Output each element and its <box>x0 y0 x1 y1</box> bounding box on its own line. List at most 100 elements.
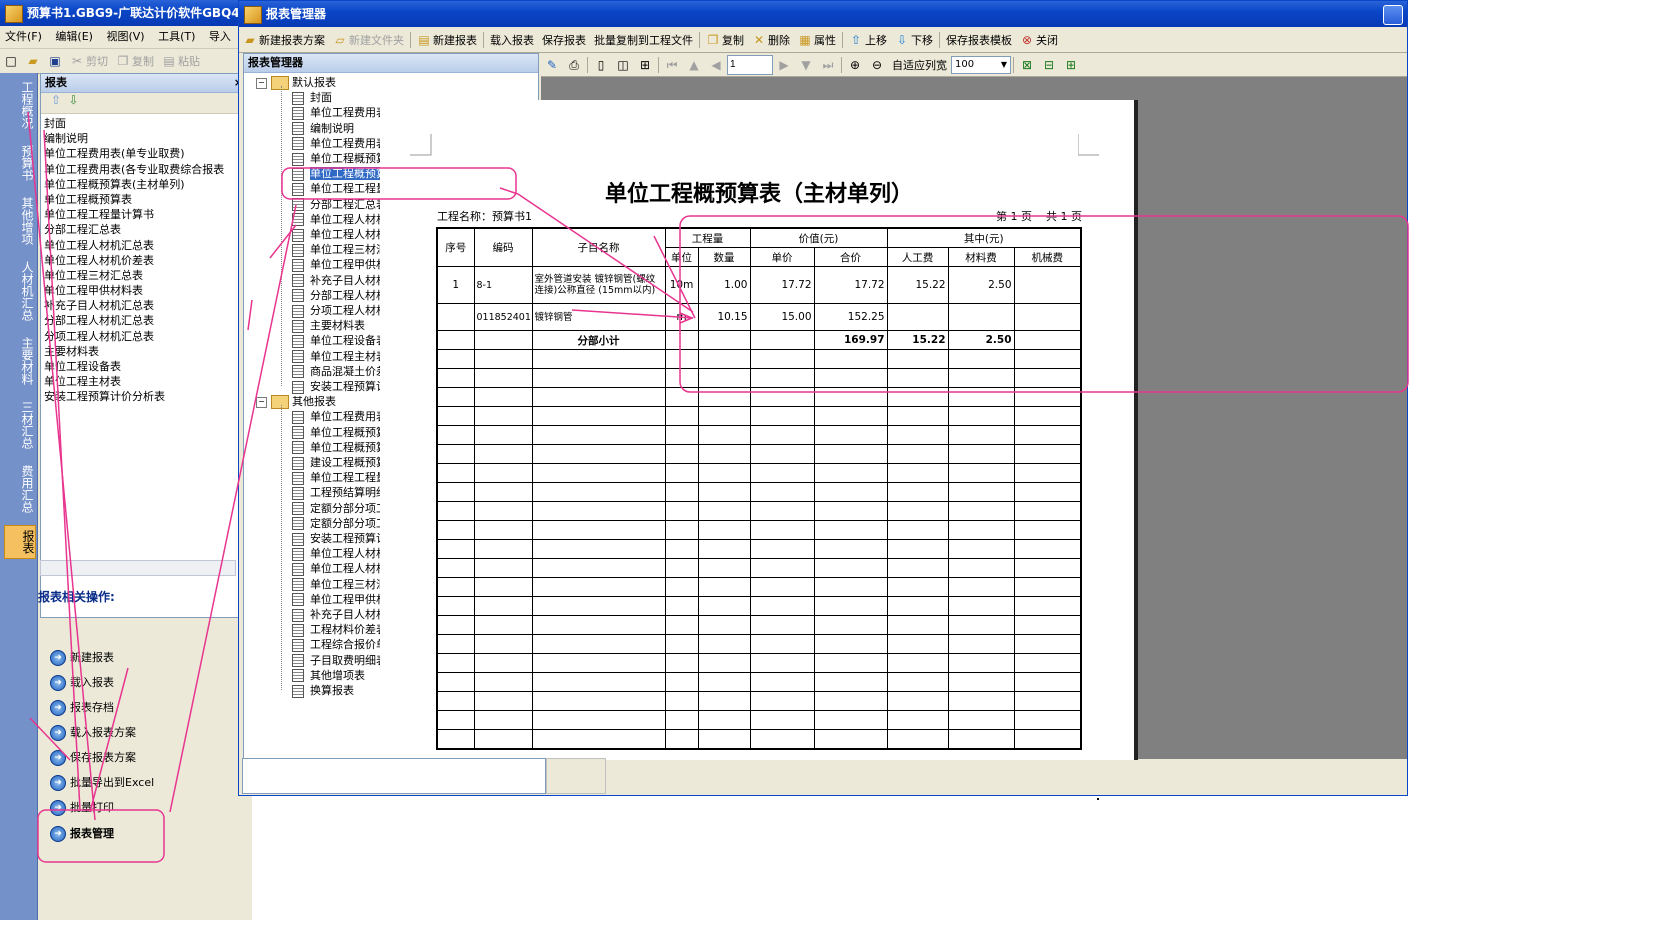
cell-empty <box>531 672 666 692</box>
report-list-item[interactable]: 分部工程人材机汇总表 <box>44 313 247 328</box>
report-list-item[interactable]: 补充子目人材机汇总表 <box>44 298 247 313</box>
design-button[interactable]: ✎ <box>545 58 559 72</box>
save-template-button[interactable]: 保存报表模板 <box>946 32 1012 48</box>
zoom-out-button[interactable]: ⊖ <box>870 58 884 72</box>
tree-report-item[interactable]: 子目取费明细表 <box>292 653 387 668</box>
menu-file[interactable]: 文件(F) <box>5 30 42 43</box>
report-list-item[interactable]: 安装工程预算计价分析表 <box>44 389 247 404</box>
paste-button[interactable]: ▤ 粘贴 <box>162 53 200 69</box>
report-list-item[interactable]: 单位工程人材机汇总表 <box>44 238 247 253</box>
minimize-button[interactable] <box>1383 5 1403 25</box>
first-page-button[interactable]: ⏮ <box>665 58 679 72</box>
prev-page-button[interactable]: ▲ <box>687 58 701 72</box>
tree-report-item[interactable]: 编制说明 <box>292 121 354 136</box>
tree-report-item[interactable]: 主要材料表 <box>292 318 365 333</box>
prev-button[interactable]: ◀ <box>709 58 723 72</box>
report-list-item[interactable]: 单位工程费用表(各专业取费综合报表 <box>44 162 247 177</box>
new-report-scheme-button[interactable]: ▰ 新建报表方案 <box>243 32 325 48</box>
new-report-button[interactable]: ▤ 新建报表 <box>417 32 477 48</box>
export-excel-all-button[interactable]: ⊟ <box>1042 58 1056 72</box>
collapse-icon[interactable]: − <box>256 77 267 89</box>
report-op-item[interactable]: ➜ 报表管理 <box>50 824 114 844</box>
nav-labor-material-machine[interactable]: 人材机汇总 <box>4 257 34 325</box>
open-file-button[interactable]: ▰ <box>26 54 40 68</box>
nav-cost-summary[interactable]: 费用汇总 <box>4 461 34 517</box>
nav-reports[interactable]: 报表 <box>4 525 36 559</box>
nav-main-materials[interactable]: 主要材料 <box>4 333 34 389</box>
nav-three-materials[interactable]: 三材汇总 <box>4 397 34 453</box>
move-down-button[interactable]: ⇩ 下移 <box>895 32 933 48</box>
report-list-item[interactable]: 分部工程汇总表 <box>44 222 247 237</box>
page-number-input[interactable] <box>727 54 773 75</box>
report-op-item[interactable]: ➜ 新建报表 <box>50 648 114 668</box>
report-op-item[interactable]: ➜ 批量打印 <box>50 798 114 818</box>
save-button[interactable]: ▣ <box>48 54 62 68</box>
new-file-button[interactable]: □ <box>4 54 18 68</box>
next-button[interactable]: ▶ <box>777 58 791 72</box>
tree-report-item[interactable]: 其他增项表 <box>292 668 365 683</box>
report-list-item[interactable]: 单位工程三材汇总表 <box>44 268 247 283</box>
menu-view[interactable]: 视图(V) <box>106 30 144 43</box>
report-op-item[interactable]: ➜ 批量导出到Excel <box>50 773 154 793</box>
report-op-item[interactable]: ➜ 载入报表 <box>50 673 114 693</box>
nav-other-items[interactable]: 其他增项 <box>4 193 34 249</box>
nav-budget-book[interactable]: 预算书 <box>4 141 34 185</box>
tree-report-item[interactable]: 封面 <box>292 90 332 105</box>
export-more-button[interactable]: ⊞ <box>1064 58 1078 72</box>
close-button[interactable]: ⊗ 关闭 <box>1020 32 1058 48</box>
report-list-item[interactable]: 单位工程概预算表(主材单列) <box>44 177 247 192</box>
report-list-item[interactable]: 单位工程主材表 <box>44 374 247 389</box>
menu-tools[interactable]: 工具(T) <box>158 30 195 43</box>
cut-button[interactable]: ✂ 剪切 <box>70 53 108 69</box>
report-list-item[interactable]: 单位工程费用表(单专业取费) <box>44 146 247 161</box>
next-page-button[interactable]: ▼ <box>799 58 813 72</box>
report-doc-icon <box>292 274 304 288</box>
nav-project-overview[interactable]: 工程概况 <box>4 77 34 133</box>
copy-button[interactable]: ❐ 复制 <box>706 32 744 48</box>
menu-import[interactable]: 导入 <box>209 30 231 43</box>
zoom-in-button[interactable]: ⊕ <box>848 58 862 72</box>
report-list-item[interactable]: 单位工程甲供材料表 <box>44 283 247 298</box>
report-list-scrollbar[interactable] <box>40 560 236 576</box>
export-excel-button[interactable]: ⊠ <box>1020 58 1034 72</box>
report-list-item[interactable]: 主要材料表 <box>44 344 247 359</box>
zoom-select[interactable]: 100 ▼ <box>951 55 1011 74</box>
report-list-item[interactable]: 分项工程人材机汇总表 <box>44 329 247 344</box>
tree-folder[interactable]: − 默认报表 <box>256 75 336 90</box>
last-page-button[interactable]: ⏭ <box>821 58 835 72</box>
two-page-button[interactable]: ◫ <box>616 58 630 72</box>
batch-copy-button[interactable]: 批量复制到工程文件 <box>594 32 693 48</box>
single-page-button[interactable]: ▯ <box>594 58 608 72</box>
tree-report-item[interactable]: 换算报表 <box>292 683 354 698</box>
menu-edit[interactable]: 编辑(E) <box>55 30 93 43</box>
new-folder-button[interactable]: ▱ 新建文件夹 <box>333 32 404 48</box>
load-report-button[interactable]: 载入报表 <box>490 32 534 48</box>
report-list-item[interactable]: 单位工程工程量计算书 <box>44 207 247 222</box>
report-list-item[interactable]: 单位工程人材机价差表 <box>44 253 247 268</box>
tree-report-item[interactable]: 工程综合报价单 <box>292 637 387 652</box>
save-report-button[interactable]: 保存报表 <box>542 32 586 48</box>
arrow-up-icon[interactable]: ⇧ <box>49 93 63 107</box>
report-op-item[interactable]: ➜ 保存报表方案 <box>50 748 136 768</box>
cell-empty <box>697 596 751 616</box>
report-op-item[interactable]: ➜ 载入报表方案 <box>50 723 136 743</box>
tree-folder[interactable]: − 其他报表 <box>256 394 336 410</box>
report-op-item[interactable]: ➜ 报表存档 <box>50 698 114 718</box>
delete-button[interactable]: ✕ 删除 <box>752 32 790 48</box>
arrow-down-icon[interactable]: ⇩ <box>67 93 81 107</box>
report-list-item[interactable]: 封面 <box>44 116 247 131</box>
tree-report-item[interactable]: 单位工程主材表 <box>292 349 387 364</box>
copy-button[interactable]: ❐ 复制 <box>116 53 154 69</box>
properties-button[interactable]: ▦ 属性 <box>798 32 836 48</box>
tree-report-item[interactable]: 分部工程汇总表 <box>292 197 387 212</box>
tree-report-item[interactable]: 单位工程设备表 <box>292 333 387 348</box>
collapse-icon[interactable]: − <box>256 396 267 408</box>
fit-width-button[interactable]: 自适应列宽 <box>892 57 947 73</box>
cell-empty <box>664 558 699 578</box>
report-list-item[interactable]: 单位工程概预算表 <box>44 192 247 207</box>
report-list-item[interactable]: 编制说明 <box>44 131 247 146</box>
print-button[interactable]: ⎙ <box>567 58 581 72</box>
report-list-item[interactable]: 单位工程设备表 <box>44 359 247 374</box>
multi-page-button[interactable]: ⊞ <box>638 58 652 72</box>
move-up-button[interactable]: ⇧ 上移 <box>849 32 887 48</box>
